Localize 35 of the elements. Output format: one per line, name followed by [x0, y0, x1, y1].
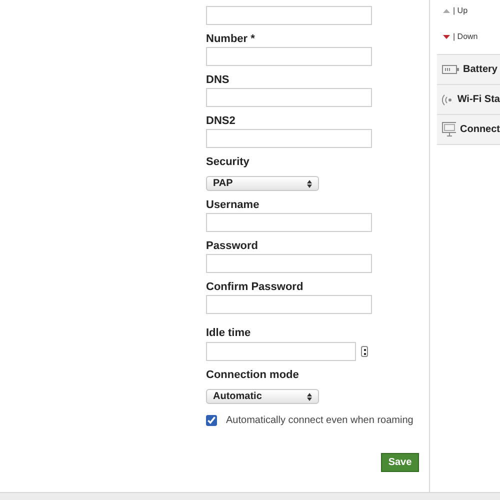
field-label: Idle time — [206, 326, 252, 340]
field-label: Password — [206, 239, 259, 253]
field-label: Number * — [206, 32, 256, 46]
input-field[interactable] — [206, 88, 372, 107]
field-label: DNS2 — [206, 114, 236, 128]
input-field[interactable] — [206, 47, 372, 66]
sidebar-item[interactable]: Wi-Fi Sta — [437, 84, 500, 114]
checkbox[interactable] — [206, 415, 217, 426]
input-field[interactable] — [206, 213, 372, 232]
field-label: Security — [206, 155, 250, 169]
field-label: Confirm Password — [206, 280, 304, 294]
spinner-icon[interactable] — [361, 346, 368, 357]
monitor-icon — [442, 122, 456, 137]
input-field[interactable] — [206, 254, 372, 273]
input-field[interactable] — [206, 6, 372, 25]
field-label: Username — [206, 198, 260, 212]
checkbox-label: Automatically connect even when roaming — [226, 414, 414, 428]
updown-arrows-icon — [307, 180, 312, 188]
select-dropdown[interactable]: PAP — [206, 176, 319, 191]
field-label: Connection mode — [206, 368, 300, 382]
signal-waves-icon — [442, 94, 454, 106]
save-button[interactable]: Save — [381, 453, 419, 472]
updown-arrows-icon — [307, 392, 312, 400]
down-triangle-icon — [443, 35, 450, 39]
input-field[interactable] — [206, 129, 372, 148]
legend-label: | Up — [453, 5, 468, 17]
sidebar-item[interactable]: Battery — [437, 54, 500, 84]
input-field[interactable] — [206, 342, 356, 361]
up-triangle-icon — [443, 9, 450, 13]
sidebar-item[interactable]: Connect — [437, 114, 500, 144]
field-label: DNS — [206, 73, 230, 87]
select-dropdown[interactable]: Automatic — [206, 389, 319, 404]
legend-label: | Down — [453, 31, 478, 43]
battery-icon — [442, 65, 459, 74]
input-field[interactable] — [206, 295, 372, 314]
